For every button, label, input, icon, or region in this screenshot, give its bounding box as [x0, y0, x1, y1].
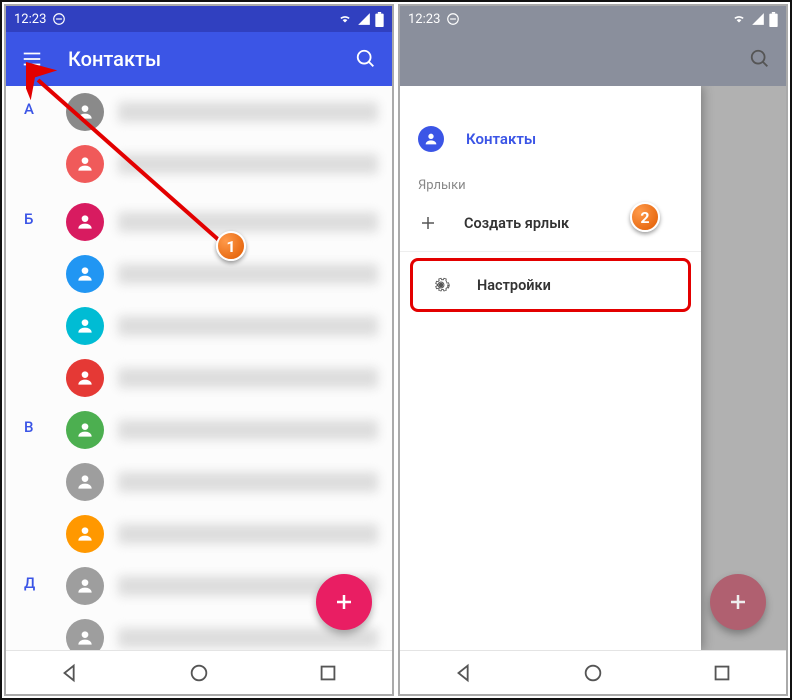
contact-name-blurred: [118, 316, 378, 336]
battery-icon: [769, 12, 778, 27]
status-bar: 12:23: [400, 6, 786, 32]
nav-home-icon[interactable]: [582, 662, 604, 684]
contact-name-blurred: [118, 472, 378, 492]
status-time: 12:23: [408, 12, 440, 27]
nav-recent-icon[interactable]: [711, 662, 733, 684]
contact-avatar: [66, 515, 104, 553]
android-nav-bar: [6, 650, 392, 694]
battery-icon: [375, 12, 384, 27]
contact-row[interactable]: [66, 404, 378, 456]
drawer-header: Контакты: [400, 86, 701, 166]
section-letter: А: [24, 100, 34, 118]
app-bar-dimmed: [400, 32, 786, 86]
app-title: Контакты: [68, 47, 330, 71]
phone-right: 12:23 Контакты: [398, 4, 788, 696]
app-bar: Контакты: [6, 32, 392, 86]
add-contact-fab[interactable]: [316, 574, 372, 630]
drawer-item-settings[interactable]: Настройки: [413, 261, 688, 309]
contact-avatar: [66, 411, 104, 449]
dimmed-content: Контакты Ярлыки Создать ярлык Настройк: [400, 86, 786, 650]
contact-row[interactable]: [66, 138, 378, 190]
nav-home-icon[interactable]: [188, 662, 210, 684]
gear-icon: [431, 276, 451, 294]
dnd-icon: [446, 12, 460, 26]
contact-avatar: [66, 619, 104, 650]
contact-name-blurred: [118, 524, 378, 544]
hamburger-menu-icon[interactable]: [20, 47, 44, 71]
contact-row[interactable]: [66, 300, 378, 352]
section-letter: В: [24, 418, 33, 436]
contacts-avatar-icon: [418, 126, 444, 152]
wifi-icon: [337, 12, 353, 26]
phone-left: 12:23 Контакты А Б В Д: [4, 4, 394, 696]
callout-badge-1: 1: [216, 231, 246, 261]
contact-name-blurred: [118, 420, 378, 440]
callout-badge-2: 2: [630, 202, 660, 232]
contact-row[interactable]: [66, 456, 378, 508]
contact-avatar: [66, 567, 104, 605]
contact-name-blurred: [118, 628, 378, 648]
contacts-list[interactable]: А Б В Д: [6, 86, 392, 650]
signal-icon: [751, 12, 765, 26]
contact-row[interactable]: [66, 86, 378, 138]
contact-name-blurred: [118, 102, 378, 122]
nav-back-icon[interactable]: [59, 662, 81, 684]
section-letter: Б: [24, 210, 33, 228]
contact-avatar: [66, 93, 104, 131]
status-bar: 12:23: [6, 6, 392, 32]
signal-icon: [357, 12, 371, 26]
contact-name-blurred: [118, 154, 378, 174]
nav-back-icon[interactable]: [453, 662, 475, 684]
contact-name-blurred: [118, 264, 378, 284]
wifi-icon: [731, 12, 747, 26]
contact-avatar: [66, 359, 104, 397]
add-contact-fab-dimmed: [710, 574, 766, 630]
drawer-title: Контакты: [466, 130, 536, 148]
search-icon[interactable]: [354, 47, 378, 71]
contact-avatar: [66, 463, 104, 501]
drawer-item-label: Создать ярлык: [464, 215, 569, 232]
contact-avatar: [66, 145, 104, 183]
contact-avatar: [66, 307, 104, 345]
drawer-section-label: Ярлыки: [400, 166, 701, 199]
contact-row[interactable]: [66, 508, 378, 560]
contact-avatar: [66, 255, 104, 293]
search-icon: [748, 47, 772, 71]
dnd-icon: [52, 12, 66, 26]
contact-avatar: [66, 203, 104, 241]
navigation-drawer: Контакты Ярлыки Создать ярлык Настройк: [400, 86, 701, 650]
drawer-item-label: Настройки: [477, 277, 551, 294]
dual-screenshot-frame: 12:23 Контакты А Б В Д: [0, 0, 792, 700]
contact-row[interactable]: [66, 352, 378, 404]
status-time: 12:23: [14, 12, 46, 27]
section-letter: Д: [24, 574, 35, 592]
nav-recent-icon[interactable]: [317, 662, 339, 684]
plus-icon: [418, 214, 438, 232]
android-nav-bar: [400, 650, 786, 694]
contact-name-blurred: [118, 368, 378, 388]
settings-highlight: Настройки: [410, 258, 691, 312]
contact-name-blurred: [118, 212, 378, 232]
divider: [400, 251, 701, 252]
